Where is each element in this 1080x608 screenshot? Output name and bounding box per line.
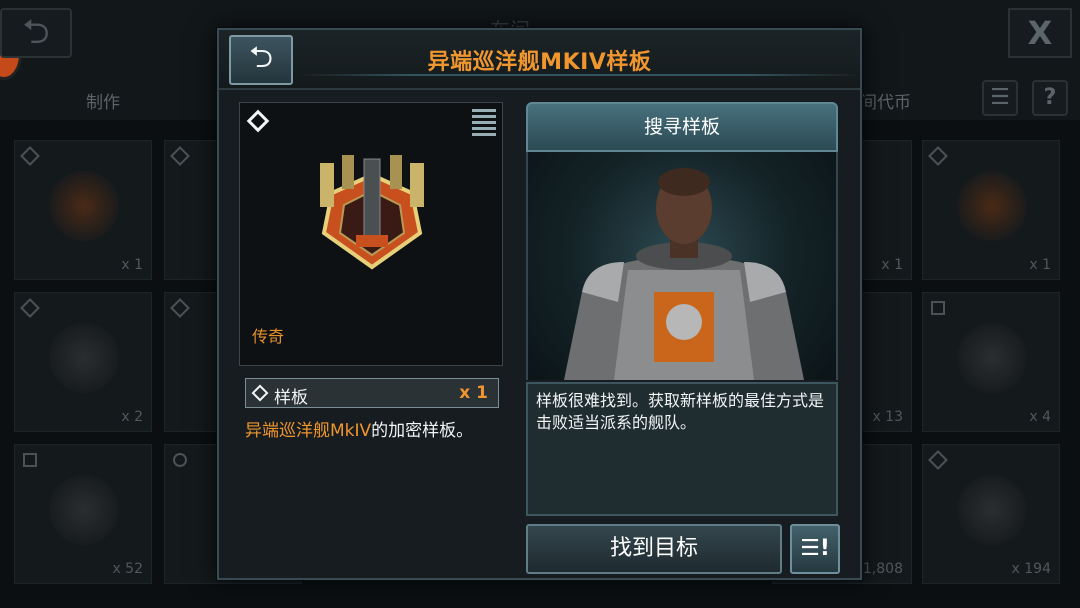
bg-inventory-tile: x 194 <box>922 444 1060 584</box>
bg-inventory-tile: x 1 <box>14 140 152 280</box>
search-blueprint-button[interactable]: 搜寻样板 <box>526 102 838 152</box>
item-description: 异端巡洋舰MkIV的加密样板。 <box>245 416 473 441</box>
tile-count: x 4 <box>1029 409 1051 425</box>
item-preview: 传奇 <box>239 102 503 366</box>
square-icon <box>931 301 945 315</box>
diamond-icon <box>170 298 190 318</box>
bg-help-icon: ? <box>1032 80 1068 116</box>
diamond-icon <box>20 146 40 166</box>
diamond-icon <box>170 146 190 166</box>
bg-inventory-tile: x 1 <box>922 140 1060 280</box>
tile-count: x 13 <box>872 409 903 425</box>
rank-chevrons-icon <box>472 109 496 139</box>
shield-icon <box>957 323 1027 393</box>
bg-tab-craft: 制作 <box>86 93 120 113</box>
bg-inventory-tile: x 4 <box>922 292 1060 432</box>
diamond-icon <box>246 109 270 133</box>
bg-close-button: X <box>1008 8 1072 58</box>
item-name-highlight: 异端巡洋舰MkIV <box>245 421 372 441</box>
item-description-rest: 的加密样板。 <box>371 421 474 441</box>
list-alert-icon: ☰! <box>800 536 830 561</box>
shield-small-icon <box>928 450 948 470</box>
hint-text: 样板很难找到。获取新样板的最佳方式是击败适当派系的舰队。 <box>536 391 825 432</box>
diamond-icon <box>20 298 40 318</box>
crew-member-figure <box>564 168 804 380</box>
tile-count: x 52 <box>112 561 143 577</box>
character-portrait <box>526 152 838 380</box>
blueprint-detail-dialog: ⮌ 异端巡洋舰MKIV样板 传奇 样板 x 1 异端巡洋舰MkIV的加密样板。 … <box>217 28 862 580</box>
diamond-icon <box>928 146 948 166</box>
ship-icon <box>49 171 119 241</box>
item-type-label: 样板 <box>274 388 308 408</box>
item-quantity: x 1 <box>459 383 488 403</box>
tile-count: x 194 <box>1011 561 1051 577</box>
tile-count: x 1 <box>881 257 903 273</box>
find-target-button[interactable]: 找到目标 <box>526 524 782 574</box>
dialog-header: ⮌ 异端巡洋舰MKIV样板 <box>219 30 860 90</box>
tile-count: x 1 <box>121 257 143 273</box>
list-alert-button[interactable]: ☰! <box>790 524 840 574</box>
bg-back-button: ⮌ <box>0 8 72 58</box>
item-type-bar: 样板 x 1 <box>245 378 499 408</box>
diamond-icon <box>251 384 269 402</box>
skull-shield-icon <box>957 475 1027 545</box>
ship-icon <box>49 323 119 393</box>
bg-inventory-tile: x 2 <box>14 292 152 432</box>
circle-icon <box>173 453 187 467</box>
tile-count: x 2 <box>121 409 143 425</box>
bg-filter-icon: ☰ <box>982 80 1018 116</box>
tile-count: x 1 <box>1029 257 1051 273</box>
cruiser-ship-icon <box>320 155 424 270</box>
bg-inventory-tile: x 52 <box>14 444 152 584</box>
ship-icon <box>957 171 1027 241</box>
rarity-label: 传奇 <box>252 327 285 346</box>
square-icon <box>23 453 37 467</box>
bg-tab-tokens: 间代币 <box>860 93 911 113</box>
header-divider <box>299 74 860 76</box>
dialog-title: 异端巡洋舰MKIV样板 <box>427 50 652 75</box>
hint-text-box: 样板很难找到。获取新样板的最佳方式是击败适当派系的舰队。 <box>526 382 838 516</box>
shield-icon <box>49 475 119 545</box>
